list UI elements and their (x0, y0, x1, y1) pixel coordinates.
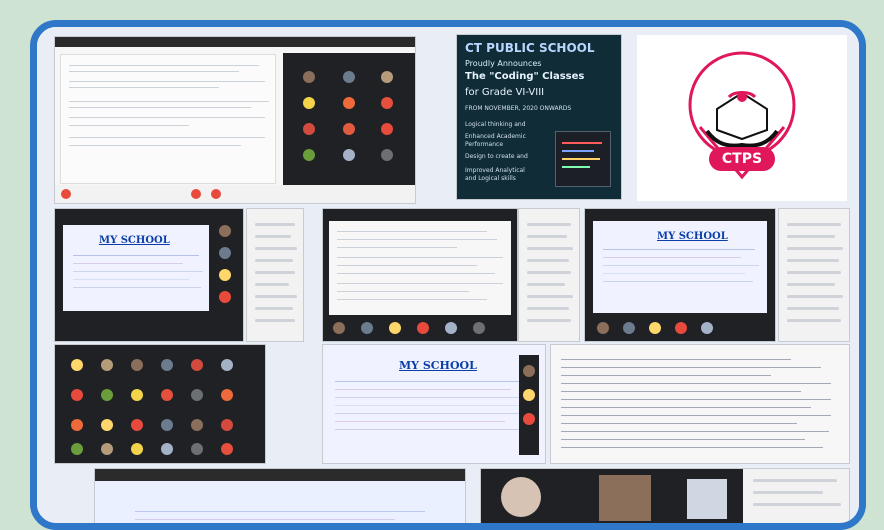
window-titlebar (55, 37, 415, 47)
browser-content (95, 481, 465, 523)
thumbnail-strip-2 (597, 319, 763, 337)
poster-line4: FROM NOVEMBER, 2020 ONWARDS (465, 105, 572, 112)
poster-line2: The "Coding" Classes (465, 71, 585, 82)
code-text (561, 353, 839, 457)
shared-page-2: MY SCHOOL (593, 221, 767, 313)
browser-tabbar (95, 469, 465, 481)
school-logo: CTPS (637, 35, 847, 201)
poster-line1: Proudly Announces (465, 59, 542, 68)
poster-school: CT PUBLIC SCHOOL (465, 41, 595, 55)
shared-page-myschool-3: MY SCHOOL (323, 345, 545, 463)
presenters-column (213, 221, 237, 331)
video-tile-3 (687, 479, 727, 519)
gallery-grid (55, 345, 265, 463)
participants-grid (283, 53, 415, 185)
myschool-title-3: MY SCHOOL (399, 359, 477, 372)
poster-line3: for Grade VI-VIII (465, 87, 545, 98)
right-avatar-column (519, 355, 539, 455)
logo-badge-text: CTPS (721, 151, 763, 167)
end-call-icon[interactable] (191, 189, 201, 199)
video-tile-2 (599, 475, 651, 521)
meeting-screen-myschool-2: MY SCHOOL (585, 209, 775, 341)
logo-emblem (688, 51, 796, 180)
video-tile-1 (501, 477, 541, 517)
participants-list-1 (247, 209, 303, 341)
coding-classes-poster: CT PUBLIC SCHOOL Proudly Announces The "… (457, 35, 621, 199)
collage-canvas: CT PUBLIC SCHOOL Proudly Announces The "… (37, 27, 859, 523)
code-editor-view (551, 345, 849, 463)
participants-list-2 (519, 209, 579, 341)
meeting-screen-editor-center (323, 209, 517, 341)
thumbnail-strip (333, 319, 507, 337)
document-editor-area (61, 55, 275, 183)
video-call-bottom-right (481, 469, 849, 523)
side-panel (743, 469, 849, 523)
notepad-window (329, 221, 511, 315)
shared-page: MY SCHOOL (63, 225, 209, 311)
myschool-title-1: MY SCHOOL (99, 235, 170, 246)
code-window-graphic (555, 131, 611, 187)
participants-list-3 (779, 209, 849, 341)
meeting-screen-myschool-1: MY SCHOOL (55, 209, 243, 341)
editor-call-screenshot (55, 37, 415, 203)
camera-off-icon[interactable] (211, 189, 221, 199)
poster-bullet1: Logical thinking and (465, 121, 526, 128)
browser-myschool-bottom (95, 469, 465, 523)
myschool-title-2: MY SCHOOL (657, 231, 728, 242)
call-controls (55, 185, 415, 203)
mic-off-icon[interactable] (61, 189, 71, 199)
collage-frame: CT PUBLIC SCHOOL Proudly Announces The "… (30, 20, 866, 530)
